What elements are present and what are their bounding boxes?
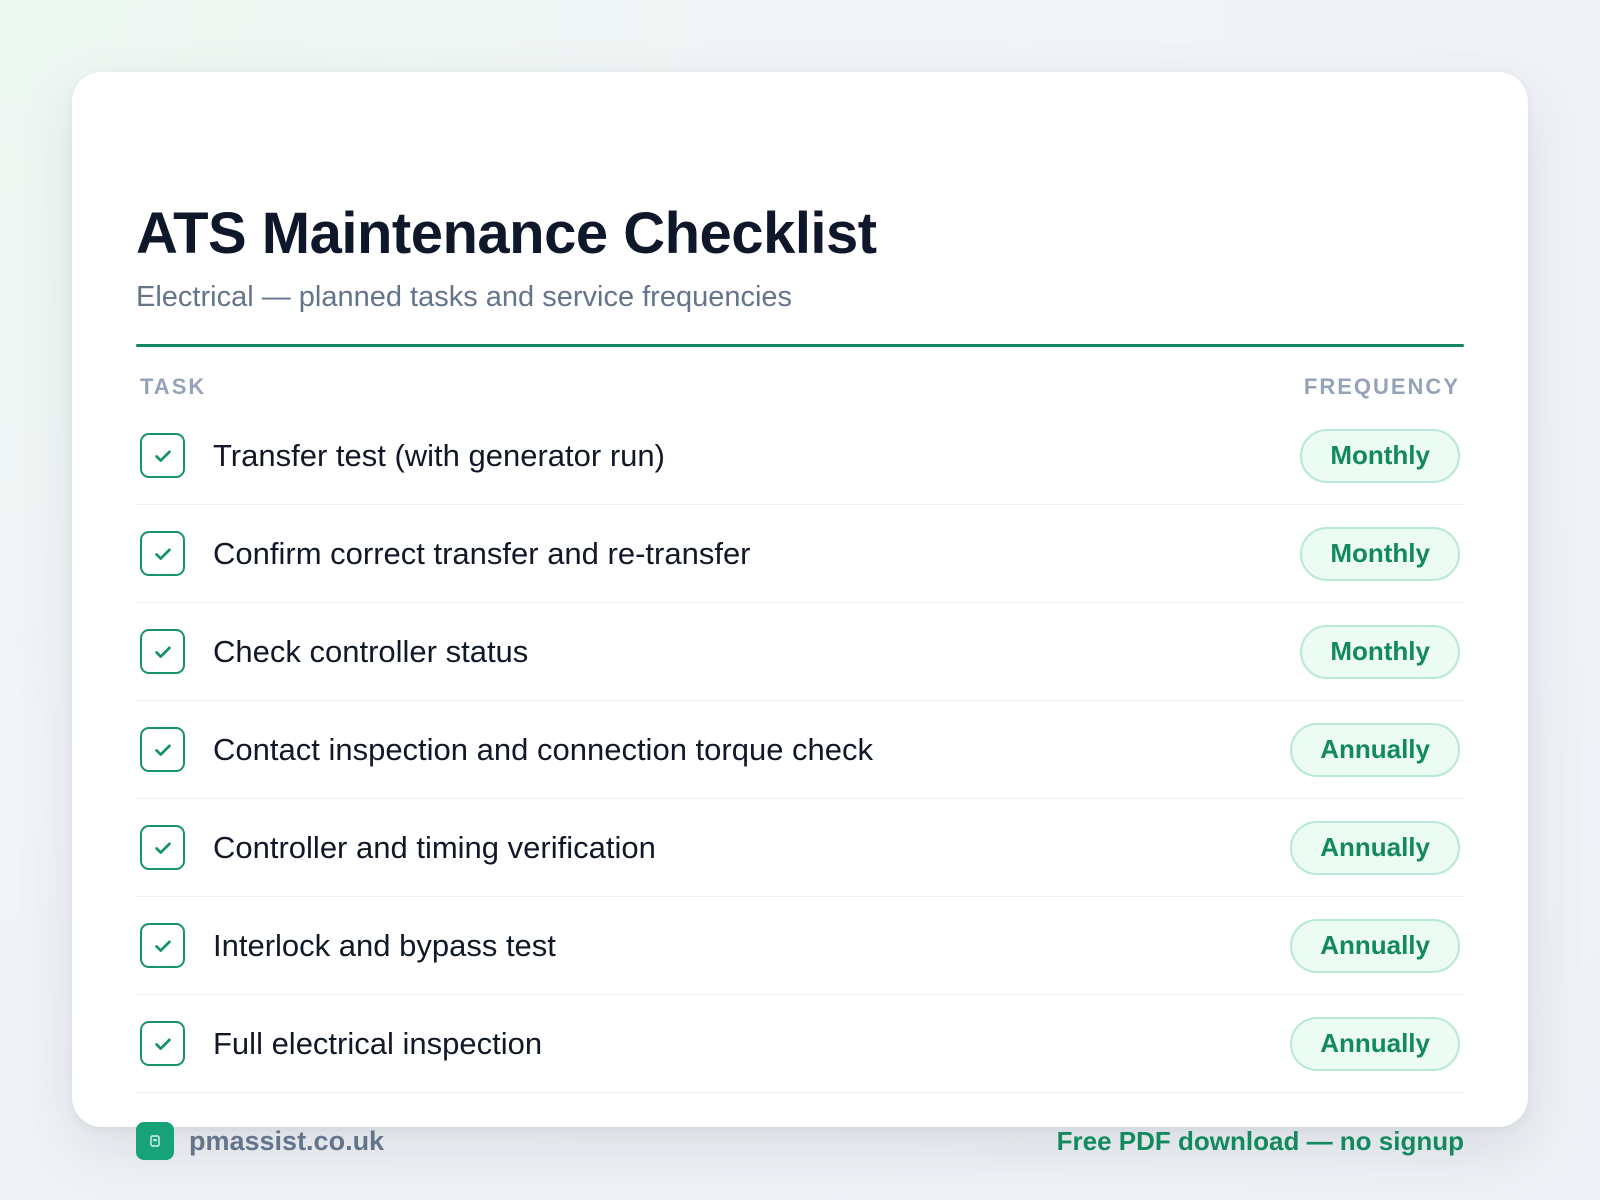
task-row: Controller and timing verification Annua… bbox=[136, 799, 1464, 897]
task-list: Transfer test (with generator run) Month… bbox=[136, 407, 1464, 1093]
checklist-card: ATS Maintenance Checklist Electrical — p… bbox=[72, 72, 1528, 1160]
frequency-badge: Annually bbox=[1290, 918, 1460, 973]
task-checkbox[interactable] bbox=[140, 629, 185, 674]
page-subtitle: Electrical — planned tasks and service f… bbox=[136, 281, 793, 313]
task-row: Full electrical inspection Annually bbox=[136, 995, 1464, 1093]
task-row: Confirm correct transfer and re-transfer… bbox=[136, 505, 1464, 603]
check-icon bbox=[154, 548, 171, 560]
frequency-badge: Monthly bbox=[1300, 526, 1460, 581]
check-icon bbox=[154, 744, 171, 756]
task-checkbox[interactable] bbox=[140, 531, 185, 576]
column-header-frequency: FREQUENCY bbox=[1303, 374, 1460, 399]
task-row: Check controller status Monthly bbox=[136, 603, 1464, 701]
brand-name: pmassist.co.uk bbox=[189, 1125, 385, 1156]
frequency-badge: Annually bbox=[1290, 722, 1460, 777]
check-icon bbox=[154, 1038, 171, 1050]
header-divider bbox=[136, 344, 1464, 347]
check-icon bbox=[154, 646, 171, 658]
task-checkbox[interactable] bbox=[140, 433, 185, 478]
brand-link[interactable]: pmassist.co.uk bbox=[136, 1122, 384, 1160]
task-checkbox[interactable] bbox=[140, 825, 185, 870]
frequency-badge: Annually bbox=[1290, 820, 1460, 875]
check-icon bbox=[154, 450, 171, 462]
task-label: Controller and timing verification bbox=[213, 829, 656, 865]
frequency-badge: Monthly bbox=[1300, 624, 1460, 679]
task-label: Check controller status bbox=[213, 633, 529, 669]
check-icon bbox=[154, 940, 171, 952]
building-icon bbox=[136, 1122, 174, 1160]
check-icon bbox=[154, 842, 171, 854]
task-label: Full electrical inspection bbox=[213, 1025, 543, 1061]
task-label: Confirm correct transfer and re-transfer bbox=[213, 535, 751, 571]
task-row: Transfer test (with generator run) Month… bbox=[136, 407, 1464, 505]
page-title: ATS Maintenance Checklist bbox=[136, 201, 877, 266]
card-footer: pmassist.co.uk Free PDF download — no si… bbox=[136, 1122, 1464, 1160]
task-row: Interlock and bypass test Annually bbox=[136, 897, 1464, 995]
pdf-download-link[interactable]: Free PDF download — no signup bbox=[1057, 1126, 1464, 1157]
task-checkbox[interactable] bbox=[140, 727, 185, 772]
frequency-badge: Monthly bbox=[1300, 428, 1460, 483]
frequency-badge: Annually bbox=[1290, 1016, 1460, 1071]
task-checkbox[interactable] bbox=[140, 1021, 185, 1066]
task-row: Contact inspection and connection torque… bbox=[136, 701, 1464, 799]
task-label: Transfer test (with generator run) bbox=[213, 437, 665, 473]
task-label: Interlock and bypass test bbox=[213, 927, 556, 963]
task-checkbox[interactable] bbox=[140, 923, 185, 968]
task-label: Contact inspection and connection torque… bbox=[213, 731, 874, 767]
column-header-task: TASK bbox=[140, 374, 207, 399]
